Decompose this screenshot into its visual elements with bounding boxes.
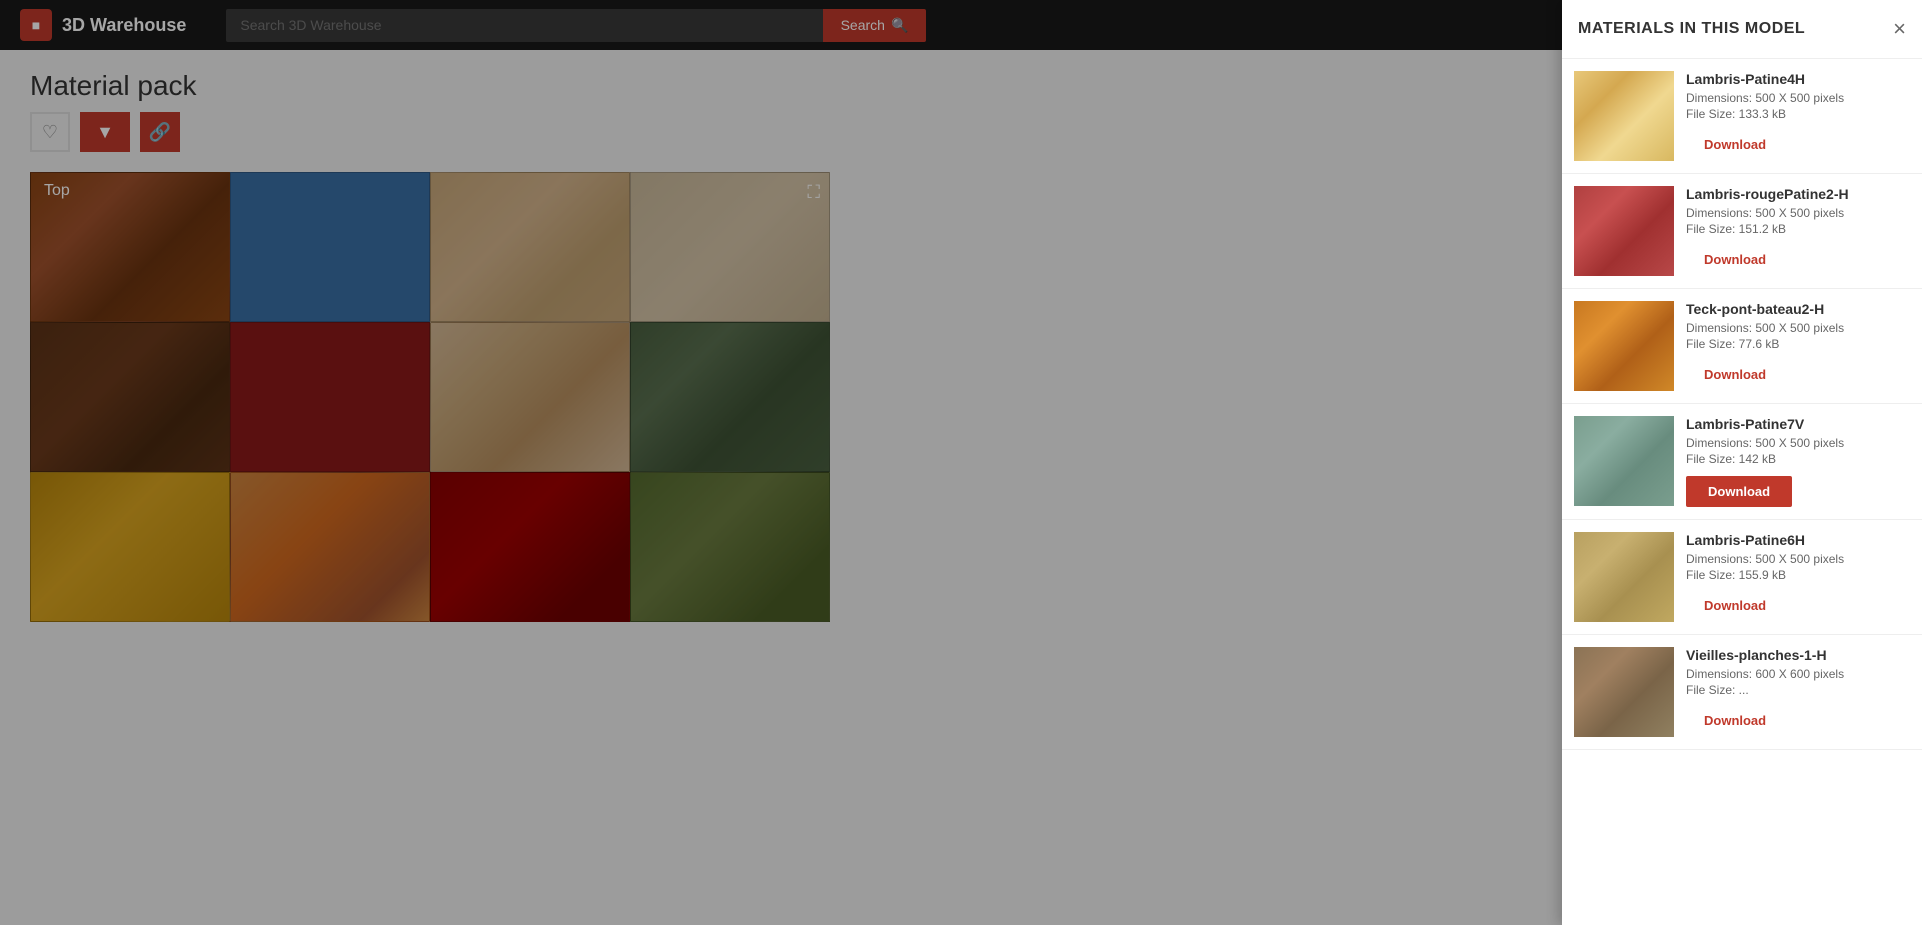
action-button[interactable]: ▼ bbox=[80, 112, 130, 152]
material-filesize: File Size: 77.6 kB bbox=[1686, 337, 1910, 351]
grid-cell-6 bbox=[230, 322, 430, 472]
materials-title: MATERIALS IN THIS MODEL bbox=[1578, 20, 1805, 38]
material-dimensions: Dimensions: 600 X 600 pixels bbox=[1686, 667, 1910, 681]
material-info: Lambris-rougePatine2-H Dimensions: 500 X … bbox=[1686, 186, 1910, 273]
material-item: Lambris-Patine7V Dimensions: 500 X 500 pi… bbox=[1562, 404, 1922, 520]
material-dimensions: Dimensions: 500 X 500 pixels bbox=[1686, 321, 1910, 335]
grid-cell-12 bbox=[630, 472, 830, 622]
close-button[interactable]: × bbox=[1893, 18, 1906, 40]
material-item: Vieilles-planches-1-H Dimensions: 600 X 6… bbox=[1562, 635, 1922, 750]
grid-cell-2 bbox=[230, 172, 430, 322]
grid-cell-7 bbox=[430, 322, 630, 472]
share-button[interactable]: 🔗 bbox=[140, 112, 180, 152]
material-name: Lambris-Patine7V bbox=[1686, 416, 1910, 432]
material-thumbnail bbox=[1574, 71, 1674, 161]
material-thumbnail bbox=[1574, 532, 1674, 622]
materials-list[interactable]: Lambris-Patine4H Dimensions: 500 X 500 pi… bbox=[1562, 59, 1922, 925]
expand-icon[interactable]: ⛶ bbox=[807, 182, 820, 203]
grid-cell-11 bbox=[430, 472, 630, 622]
material-item: Lambris-Patine4H Dimensions: 500 X 500 pi… bbox=[1562, 59, 1922, 174]
material-item: Lambris-Patine6H Dimensions: 500 X 500 pi… bbox=[1562, 520, 1922, 635]
material-name: Vieilles-planches-1-H bbox=[1686, 647, 1910, 663]
material-thumbnail bbox=[1574, 416, 1674, 506]
material-info: Lambris-Patine6H Dimensions: 500 X 500 pi… bbox=[1686, 532, 1910, 619]
download-button[interactable]: Download bbox=[1686, 592, 1784, 619]
material-filesize: File Size: 155.9 kB bbox=[1686, 568, 1910, 582]
search-label: Search bbox=[841, 17, 885, 33]
material-info: Lambris-Patine4H Dimensions: 500 X 500 pi… bbox=[1686, 71, 1910, 158]
download-button[interactable]: Download bbox=[1686, 361, 1784, 388]
search-button[interactable]: Search 🔍 bbox=[823, 9, 927, 42]
grid-cell-9 bbox=[30, 472, 230, 622]
material-thumbnail bbox=[1574, 186, 1674, 276]
material-thumbnail bbox=[1574, 301, 1674, 391]
search-bar: Search 🔍 bbox=[226, 9, 926, 42]
material-filesize: File Size: 133.3 kB bbox=[1686, 107, 1910, 121]
grid-cell-8 bbox=[630, 322, 830, 472]
material-info: Teck-pont-bateau2-H Dimensions: 500 X 500… bbox=[1686, 301, 1910, 388]
model-grid bbox=[30, 172, 830, 622]
grid-cell-10 bbox=[230, 472, 430, 622]
material-dimensions: Dimensions: 500 X 500 pixels bbox=[1686, 436, 1910, 450]
material-name: Lambris-Patine6H bbox=[1686, 532, 1910, 548]
material-filesize: File Size: ... bbox=[1686, 683, 1910, 697]
grid-cell-5 bbox=[30, 322, 230, 472]
search-icon: 🔍 bbox=[891, 17, 908, 34]
material-info: Lambris-Patine7V Dimensions: 500 X 500 pi… bbox=[1686, 416, 1910, 507]
material-name: Lambris-rougePatine2-H bbox=[1686, 186, 1910, 202]
materials-header: MATERIALS IN THIS MODEL × bbox=[1562, 0, 1922, 59]
material-name: Teck-pont-bateau2-H bbox=[1686, 301, 1910, 317]
materials-panel: MATERIALS IN THIS MODEL × Lambris-Patine… bbox=[1562, 0, 1922, 925]
grid-cell-4 bbox=[630, 172, 830, 322]
material-dimensions: Dimensions: 500 X 500 pixels bbox=[1686, 91, 1910, 105]
model-viewer: Top ⛶ bbox=[30, 172, 830, 622]
material-filesize: File Size: 142 kB bbox=[1686, 452, 1910, 466]
grid-cell-3 bbox=[430, 172, 630, 322]
material-thumbnail bbox=[1574, 647, 1674, 737]
material-info: Vieilles-planches-1-H Dimensions: 600 X 6… bbox=[1686, 647, 1910, 734]
search-input[interactable] bbox=[226, 9, 822, 42]
material-item: Lambris-rougePatine2-H Dimensions: 500 X … bbox=[1562, 174, 1922, 289]
viewer-label: Top bbox=[44, 182, 70, 200]
logo-icon: ■ bbox=[20, 9, 52, 41]
download-button[interactable]: Download bbox=[1686, 246, 1784, 273]
material-filesize: File Size: 151.2 kB bbox=[1686, 222, 1910, 236]
material-dimensions: Dimensions: 500 X 500 pixels bbox=[1686, 206, 1910, 220]
download-button[interactable]: Download bbox=[1686, 707, 1784, 734]
material-dimensions: Dimensions: 500 X 500 pixels bbox=[1686, 552, 1910, 566]
material-name: Lambris-Patine4H bbox=[1686, 71, 1910, 87]
download-button[interactable]: Download bbox=[1686, 476, 1792, 507]
material-item: Teck-pont-bateau2-H Dimensions: 500 X 500… bbox=[1562, 289, 1922, 404]
logo-text: 3D Warehouse bbox=[62, 15, 186, 36]
logo: ■ 3D Warehouse bbox=[0, 9, 206, 41]
like-button[interactable]: ♡ bbox=[30, 112, 70, 152]
download-button[interactable]: Download bbox=[1686, 131, 1784, 158]
